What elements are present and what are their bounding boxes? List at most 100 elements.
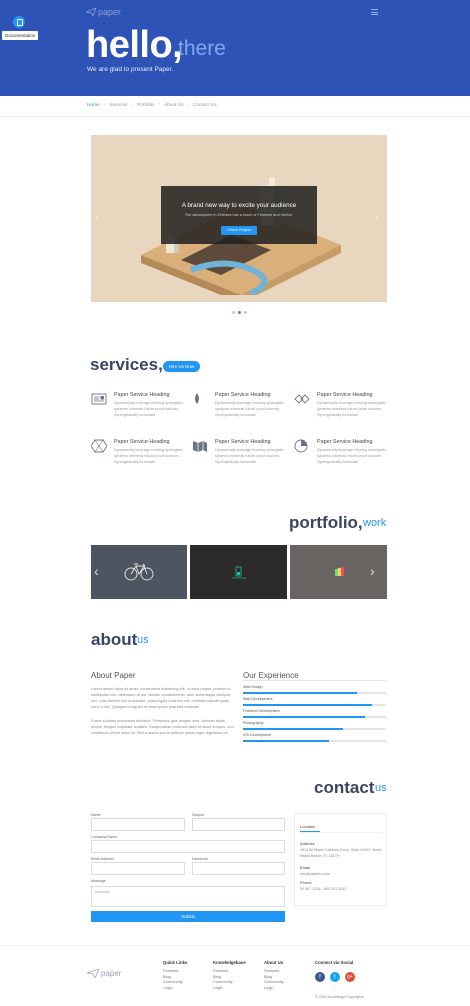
portfolio-item-bicycle[interactable]: ‹ [91,545,187,599]
documentation-button[interactable] [13,16,25,28]
slider-next-arrow[interactable]: › [375,213,378,222]
footer-link[interactable]: Login [264,985,284,991]
message-label: Message [91,879,106,883]
slide-caption-box: A brand new way to excite your audience … [161,186,317,244]
hexagon-icon [91,439,107,453]
breadcrumb-home[interactable]: Home [87,103,100,108]
map-icon [193,441,207,452]
footer-column-heading: Connect via Social [315,960,354,965]
portfolio-item-color-blocks[interactable]: › [290,545,387,599]
battery-icon [232,566,246,579]
slider-prev-arrow[interactable]: ‹ [95,213,98,222]
facebook-input[interactable] [192,862,285,875]
footer-column-heading: Quick Links [163,960,188,965]
email-label: Email Address [91,857,114,861]
breadcrumb: Home / Services / Portfolio / About Us /… [87,103,217,108]
location-tab[interactable]: Location [300,824,315,829]
service-text: Dynamically leverage existing synergisti… [215,448,285,465]
footer-column-quick-links: Quick Links Features Blog Community Logi… [163,960,187,990]
footer-column-about-us: About Us Features Blog Community Login [264,960,284,990]
contact-title: contact [314,778,375,797]
footer-link[interactable]: Community [264,979,284,985]
footer-link[interactable]: Login [213,985,246,991]
name-input[interactable] [91,818,185,831]
breadcrumb-services[interactable]: Services [109,103,127,108]
service-heading: Paper Service Heading [114,392,170,398]
hire-us-button[interactable]: Hire Us Now [163,361,200,372]
subject-input[interactable] [192,818,285,831]
breadcrumb-separator: / [158,103,160,108]
company-input[interactable] [91,840,285,853]
service-heading: Paper Service Heading [317,392,373,398]
portfolio-prev-arrow[interactable]: ‹ [94,563,99,579]
service-heading: Paper Service Heading [114,439,170,445]
skill-label: Photography [243,721,264,725]
phone-heading: Phone [300,880,312,885]
breadcrumb-contact[interactable]: Contact Us [193,103,217,108]
service-heading: Paper Service Heading [215,439,271,445]
experience-heading: Our Experience [243,671,299,680]
check-project-button[interactable]: Check Project [221,226,257,235]
skill-label: Frontend Development [243,709,280,713]
email-input[interactable] [91,862,185,875]
header-logo-text: paper [98,7,122,17]
skill-bar-frontend-development: Frontend Development [243,709,386,718]
address-text: 1814 All Miami Gardens Drive, Suite #100… [300,848,382,858]
slide-title: A brand new way to excite your audience [181,202,297,209]
services-title: services, [90,355,163,374]
message-textarea[interactable]: Message [91,886,285,907]
handshake-icon [294,394,310,404]
documentation-tooltip: Documentation [2,31,39,40]
company-label: Company Name [91,835,117,839]
service-text: Dynamically leverage existing synergisti… [114,448,184,465]
location-tab-divider [300,832,383,833]
contact-title-accent: us [375,782,387,794]
skill-label: Web Design [243,685,263,689]
footer-logo-text: paper [101,969,122,978]
breadcrumb-portfolio[interactable]: Portfolio [137,103,155,108]
breadcrumb-about[interactable]: About Us [164,103,184,108]
twitter-icon[interactable]: t [330,972,340,982]
hero-title: hello, [86,24,183,66]
slide-subtitle: The atmosphere in Chelsea has a touch of… [184,213,294,217]
address-heading: Address [300,841,315,846]
pie-chart-icon [294,439,308,453]
about-paragraph: Lorem ipsum dolor sit amet, consectetur … [91,686,231,709]
breadcrumb-separator: / [103,103,106,108]
footer-link[interactable]: Login [163,985,187,991]
portfolio-item-battery[interactable] [190,545,287,599]
newspaper-icon [91,393,107,405]
slider-dot[interactable] [232,311,235,314]
header-logo[interactable]: paper [86,7,121,17]
submit-button[interactable]: Submit [91,911,285,922]
message-placeholder: Message [95,890,110,894]
footer-column-heading: Knowledgebase [213,960,246,965]
about-paper-heading: About Paper [91,671,136,680]
slider-dots [232,311,247,314]
service-heading: Paper Service Heading [215,392,271,398]
about-paragraph: Fusce sodales accumsan tincidunt. Phasel… [91,718,234,735]
skill-bar-ios-development: iOS Development [243,733,386,742]
copyright-text: © 2016 Knowledge Copyrights [315,995,364,999]
google-plus-icon[interactable]: g+ [345,972,355,982]
footer-logo[interactable]: paper [87,969,121,978]
location-tab-underline [300,831,320,832]
paper-plane-icon [86,8,96,16]
breadcrumb-separator: / [131,103,133,108]
service-heading: Paper Service Heading [317,439,373,445]
skill-bar-web-development: Web Development [243,697,386,706]
portfolio-title: portfolio, [289,513,363,532]
portfolio-next-arrow[interactable]: › [370,563,375,579]
facebook-icon[interactable]: f [315,972,325,982]
hamburger-menu-icon[interactable] [371,9,378,15]
slider-dot-active[interactable] [238,311,241,314]
paper-plane-icon [87,969,99,978]
footer-divider [0,945,470,946]
footer-column-knowledgebase: Knowledgebase Features Blog Community Lo… [213,960,246,990]
slider-dot[interactable] [244,311,247,314]
skill-fill [243,728,344,730]
color-blocks-icon [335,567,344,576]
experience-divider [243,680,386,681]
skill-bar-web-design: Web Design [243,685,386,694]
divider [0,116,470,117]
